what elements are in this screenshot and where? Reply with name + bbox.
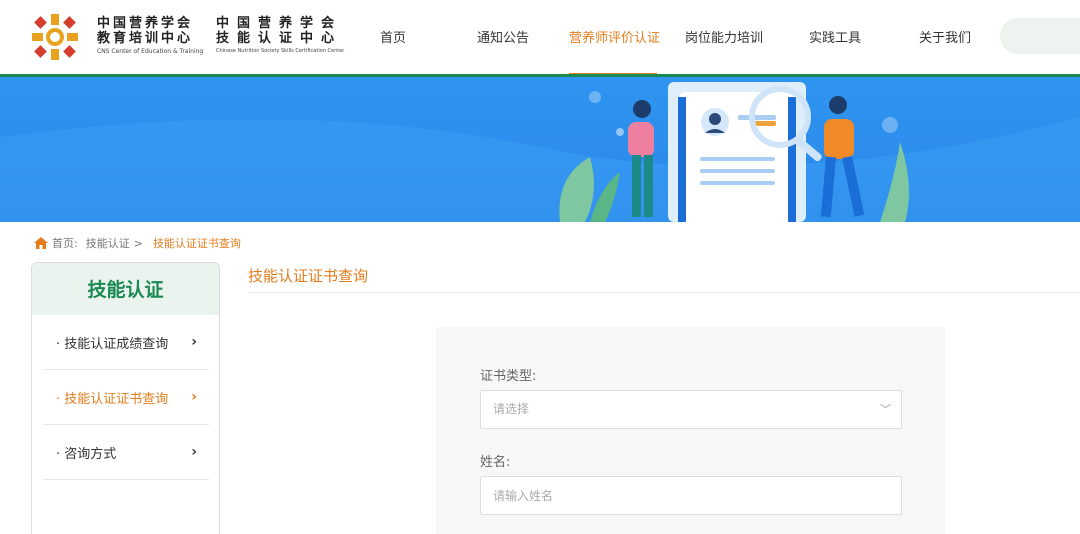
search-box[interactable] xyxy=(1000,18,1080,54)
sidebar-item-certificate-query[interactable]: · 技能认证证书查询 › xyxy=(44,370,209,425)
name-field-wrapper xyxy=(480,476,902,515)
cert-type-label: 证书类型: xyxy=(480,369,537,384)
education-center-logo-text: 中国营养学会 教育培训中心 CNS Center of Education & … xyxy=(97,16,203,55)
nav-nutritionist-certification[interactable]: 营养师评价认证 xyxy=(569,27,660,46)
breadcrumb: 首页: 技能认证 > 技能认证证书查询 xyxy=(34,235,241,251)
logo2-en: Chinese Nutrition Society Skills Certifi… xyxy=(216,48,345,54)
name-input[interactable] xyxy=(493,477,901,514)
breadcrumb-separator: > xyxy=(133,236,143,250)
query-form: 证书类型: 请选择 ﹀ 姓名: xyxy=(436,327,945,534)
page-title: 技能认证证书查询 xyxy=(248,267,369,285)
sidebar-item-contact[interactable]: · 咨询方式 › xyxy=(44,425,209,480)
cert-type-placeholder: 请选择 xyxy=(493,402,530,416)
chevron-right-icon: › xyxy=(191,334,197,350)
logo2-cn-line1: 中国营养学会 xyxy=(216,16,343,31)
breadcrumb-level1[interactable]: 技能认证 xyxy=(86,235,130,251)
nav-job-training[interactable]: 岗位能力培训 xyxy=(685,27,763,46)
hero-banner xyxy=(0,77,1080,222)
logo-cn-line1: 中国营养学会 xyxy=(97,16,194,31)
title-divider xyxy=(248,292,1080,293)
nav-notices[interactable]: 通知公告 xyxy=(477,27,529,46)
site-header: 中国营养学会 教育培训中心 CNS Center of Education & … xyxy=(0,0,1080,77)
home-icon[interactable] xyxy=(34,237,48,249)
society-logo-icon[interactable] xyxy=(30,12,80,62)
chevron-down-icon: ﹀ xyxy=(880,403,891,416)
sidebar-item-label: · 技能认证成绩查询 xyxy=(56,336,169,352)
sidebar-item-label: · 技能认证证书查询 xyxy=(56,391,169,407)
sidebar-item-score-query[interactable]: · 技能认证成绩查询 › xyxy=(44,315,209,370)
banner-illustration xyxy=(0,82,1080,222)
breadcrumb-current: 技能认证证书查询 xyxy=(152,237,241,250)
chevron-right-icon: › xyxy=(191,389,197,405)
sidebar: 技能认证 · 技能认证成绩查询 › · 技能认证证书查询 › · 咨询方式 › xyxy=(31,262,220,534)
nav-home[interactable]: 首页 xyxy=(380,27,406,46)
sidebar-title: 技能认证 xyxy=(32,263,219,315)
certification-center-logo-text: 中国营养学会 技能认证中心 Chinese Nutrition Society … xyxy=(216,16,344,54)
cert-type-select[interactable]: 请选择 ﹀ xyxy=(480,390,902,429)
name-label: 姓名: xyxy=(480,455,511,470)
breadcrumb-home[interactable]: 首页: xyxy=(52,235,78,251)
nav-about-us[interactable]: 关于我们 xyxy=(919,27,971,46)
logo-en: CNS Center of Education & Training xyxy=(97,48,204,55)
nav-practice-tools[interactable]: 实践工具 xyxy=(809,27,861,46)
sidebar-item-label: · 咨询方式 xyxy=(56,446,117,462)
chevron-right-icon: › xyxy=(191,444,197,460)
logo-cn-line2: 教育培训中心 xyxy=(97,31,194,46)
logo2-cn-line2: 技能认证中心 xyxy=(216,31,343,46)
